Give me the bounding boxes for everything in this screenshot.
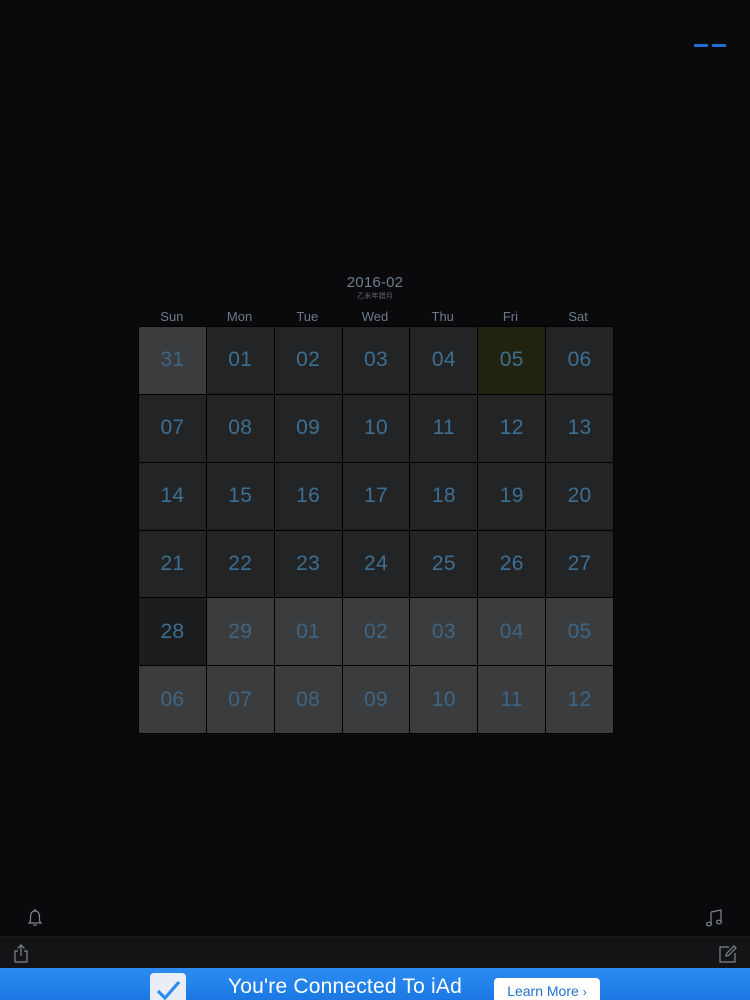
calendar-day-cell[interactable]: 23 — [274, 530, 342, 598]
menu-button[interactable] — [694, 38, 726, 52]
weekday-sat: Sat — [568, 309, 588, 324]
checkmark-icon — [150, 973, 186, 1000]
share-icon[interactable] — [12, 944, 30, 964]
calendar-day-cell[interactable]: 24 — [342, 530, 410, 598]
calendar-day-cell[interactable]: 11 — [478, 666, 546, 733]
calendar-day-cell[interactable]: 25 — [410, 530, 478, 598]
calendar-day-cell[interactable]: 27 — [546, 530, 613, 598]
calendar-day-cell[interactable]: 26 — [478, 530, 546, 598]
calendar-day-cell[interactable]: 16 — [274, 462, 342, 530]
calendar-day-cell[interactable]: 04 — [410, 327, 478, 394]
calendar-day-cell[interactable]: 05 — [478, 327, 546, 394]
calendar-day-cell[interactable]: 29 — [206, 598, 274, 666]
calendar-day-cell[interactable]: 11 — [410, 394, 478, 462]
month-title: 2016-02 — [346, 274, 404, 291]
calendar-day-cell[interactable]: 10 — [342, 394, 410, 462]
compose-icon[interactable] — [718, 944, 738, 964]
chevron-right-icon: › — [582, 985, 587, 999]
calendar-day-cell[interactable]: 02 — [342, 598, 410, 666]
calendar-day-cell[interactable]: 18 — [410, 462, 478, 530]
calendar-day-cell[interactable]: 07 — [139, 394, 206, 462]
calendar-day-cell[interactable]: 20 — [546, 462, 613, 530]
weekday-sun: Sun — [160, 309, 184, 324]
calendar-day-cell[interactable]: 07 — [206, 666, 274, 733]
iad-message: You're Connected To iAd — [228, 975, 462, 998]
calendar-day-cell[interactable]: 03 — [342, 327, 410, 394]
calendar-day-cell[interactable]: 03 — [410, 598, 478, 666]
month-header: 2016-02 乙未年腊月 — [138, 274, 612, 301]
calendar-day-cell[interactable]: 08 — [274, 666, 342, 733]
calendar-day-cell[interactable]: 06 — [139, 666, 206, 733]
calendar-day-cell[interactable]: 22 — [206, 530, 274, 598]
calendar-day-cell[interactable]: 09 — [342, 666, 410, 733]
calendar-day-cell[interactable]: 28 — [139, 598, 206, 666]
calendar-day-cell[interactable]: 05 — [546, 598, 613, 666]
calendar-day-cell[interactable]: 19 — [478, 462, 546, 530]
calendar-day-cell[interactable]: 31 — [139, 327, 206, 394]
calendar-day-cell[interactable]: 04 — [478, 598, 546, 666]
weekday-wed: Wed — [361, 309, 389, 324]
music-note-icon[interactable] — [704, 908, 724, 928]
calendar-day-cell[interactable]: 12 — [546, 666, 613, 733]
calendar-day-cell[interactable]: 08 — [206, 394, 274, 462]
iad-banner[interactable]: You're Connected To iAd Learn More › — [0, 968, 750, 1000]
calendar-day-cell[interactable]: 01 — [206, 327, 274, 394]
menu-icon — [694, 43, 708, 47]
calendar-grid: 31 01 02 03 04 05 06 07 08 09 10 11 12 13 14 15 16 17 18 19… — [138, 326, 614, 734]
bell-icon[interactable] — [26, 908, 44, 928]
calendar-day-cell[interactable]: 13 — [546, 394, 613, 462]
calendar-day-cell[interactable]: 06 — [546, 327, 613, 394]
calendar-day-cell[interactable]: 10 — [410, 666, 478, 733]
weekday-tue: Tue — [296, 309, 319, 324]
calendar-day-cell[interactable]: 14 — [139, 462, 206, 530]
weekday-fri: Fri — [502, 309, 518, 324]
calendar-day-cell[interactable]: 21 — [139, 530, 206, 598]
calendar-day-cell[interactable]: 17 — [342, 462, 410, 530]
calendar-day-cell[interactable]: 01 — [274, 598, 342, 666]
weekday-thu: Thu — [431, 309, 454, 324]
learn-more-label: Learn More — [507, 983, 579, 999]
lunar-month-label: 乙未年腊月 — [357, 293, 393, 300]
menu-icon-bar — [712, 43, 726, 47]
learn-more-button[interactable]: Learn More › — [494, 978, 600, 1000]
weekday-mon: Mon — [226, 309, 253, 324]
calendar-day-cell[interactable]: 15 — [206, 462, 274, 530]
calendar-day-cell[interactable]: 02 — [274, 327, 342, 394]
calendar-day-cell[interactable]: 09 — [274, 394, 342, 462]
weekday-header-row: Sun Mon Tue Wed Thu Fri Sat — [138, 309, 612, 325]
calendar-day-cell[interactable]: 12 — [478, 394, 546, 462]
bottom-toolbar — [0, 936, 750, 969]
